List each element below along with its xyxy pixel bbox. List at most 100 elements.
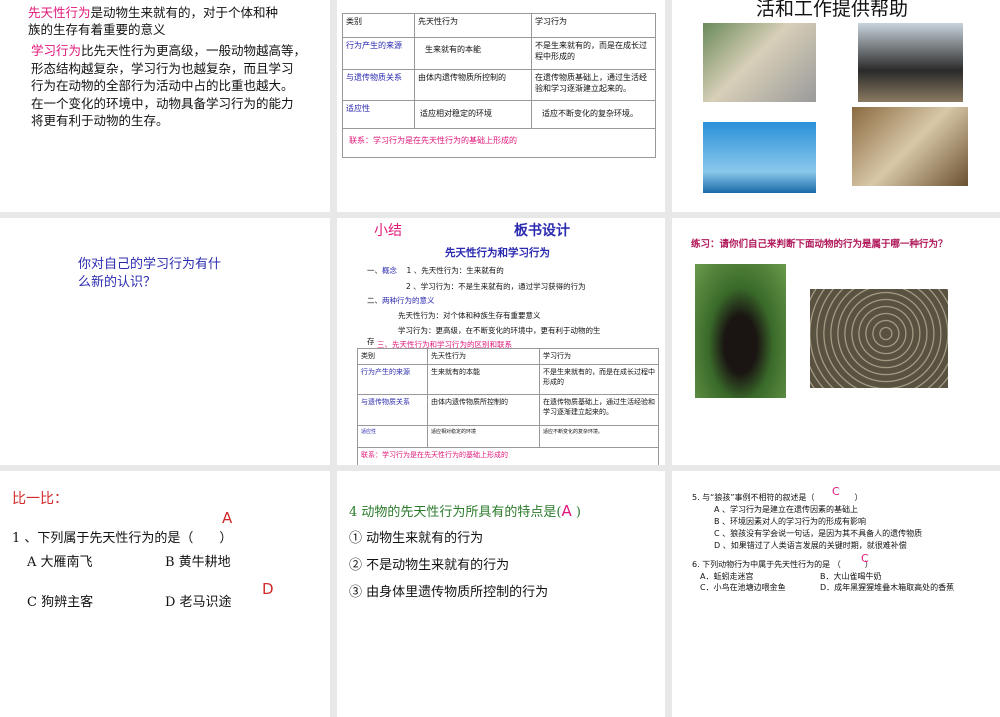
comparison-table: 类别 先天性行为 学习行为 行为产生的来源 生来就有的本能 不是生来就有的，而是在成长过… (342, 13, 656, 158)
header-cell: 学习行为 (539, 347, 659, 366)
text: 形态结构越复杂，学习行为也越复杂，而且学习 (31, 60, 294, 76)
text: 在一个变化的环境中，动物具备学习行为的能力 (31, 95, 294, 111)
text: 4 动物的先天性行为所具有的特点是( (349, 505, 562, 520)
text: 比先天性行为更高级，一般动物越高等， (81, 43, 307, 58)
text: 你对自己的学习行为有什 (78, 257, 222, 272)
slide-thumbnail-7[interactable]: 比一比： A 1 、下列属于先天性行为的是（ ） A 大雁南飞 B 黄牛耕地 C… (0, 471, 330, 717)
option: B 、环境因素对人的学习行为的形成有影响 (714, 517, 867, 526)
slide-thumbnail-4[interactable]: 你对自己的学习行为有什 么新的认识？ (0, 218, 330, 465)
option-d: D 老马识途 (165, 595, 232, 610)
slide-thumbnail-1[interactable]: 先天性行为是动物生来就有的，对于个体和种族的生存有着重要的意义 学习行为比先天性… (0, 0, 330, 212)
compare-heading: 比一比： (12, 491, 68, 507)
handwritten-answer: A (561, 502, 572, 520)
text: 是动物生来就有的，对于个体和种 (90, 5, 279, 20)
outline-line: 先天性行为：对个体和种族生存有重要意义 (398, 311, 541, 320)
text: 将更有利于动物的生存。 (31, 113, 169, 128)
text: 一、 (367, 266, 382, 275)
slide-thumbnail-3[interactable]: 活和工作提供帮助 (672, 0, 1000, 212)
text: 二、 (367, 296, 382, 305)
option: D．成年黑猩猩堆叠木箱取高处的香蕉 (820, 583, 955, 592)
statement-item: ③ 由身体里遗传物质所控制的行为 (349, 585, 549, 600)
row-label: 与遗传物质关系 (357, 394, 428, 427)
slide-thumbnail-2[interactable]: 类别 先天性行为 学习行为 行为产生的来源 生来就有的本能 不是生来就有的，而是在成长过… (337, 0, 665, 212)
option: A 、学习行为是建立在遗传因素的基础上 (714, 505, 859, 514)
innate-definition: 先天性行为是动物生来就有的，对于个体和种族的生存有着重要的意义 (28, 4, 278, 38)
option-a: A 大雁南飞 (27, 555, 93, 570)
handwritten-answer: C (861, 552, 869, 565)
row-label: 行为产生的来源 (342, 37, 415, 70)
header-cell: 先天性行为 (414, 13, 532, 38)
header-cell: 类别 (342, 13, 415, 38)
outline-line: 存 (367, 337, 375, 346)
question-1: 1 、下列属于先天性行为的是（ ） (12, 531, 233, 546)
board-heading: 板书设计 (514, 223, 570, 239)
cell: 由体内遗传物质所控制的 (414, 69, 532, 101)
relation-footer: 联系：学习行为是在先天性行为的基础上形成的 (342, 128, 656, 158)
slide-thumbnail-5[interactable]: 小结 板书设计 先天性行为和学习行为 一、概念 1 、先天性行为：生来就有的 2… (337, 218, 665, 465)
option-b: B 黄牛耕地 (165, 555, 231, 570)
learning-definition: 学习行为比先天性行为更高级，一般动物越高等， 形态结构越复杂，学习行为也越复杂，而… (31, 42, 306, 130)
handwritten-answer: C (832, 485, 840, 498)
text: 1 、先天性行为：生来就有的 (406, 266, 504, 275)
bird-image (852, 107, 968, 186)
header-cell: 先天性行为 (427, 347, 540, 366)
police-dog-image (858, 23, 963, 102)
guide-dog-image (703, 23, 816, 102)
header-cell: 学习行为 (531, 13, 656, 38)
chimpanzee-image (695, 264, 786, 398)
header-cell: 类别 (357, 347, 428, 366)
reflection-question: 你对自己的学习行为有什 么新的认识？ (78, 256, 221, 292)
statement-item: ② 不是动物生来就有的行为 (349, 558, 510, 573)
cell: 适应相对稳定的环境 (414, 100, 532, 129)
question-5-options: A 、学习行为是建立在遗传因素的基础上 B 、环境因素对人的学习行为的形成有影响 C… (714, 504, 922, 552)
cell: 生来就有的本能 (427, 364, 540, 396)
comparison-table-small: 类别 先天性行为 学习行为 行为产生的来源 生来就有的本能 不是生来就有的，而是在成长过… (357, 347, 659, 465)
option: C．小鸟在池塘边喂金鱼 (700, 583, 786, 592)
option: D 、如果错过了人类语言发展的关键时期，就很难补偿 (714, 541, 907, 550)
text: 两种行为的意义 (382, 296, 435, 305)
cell: 由体内遗传物质所控制的 (427, 394, 540, 427)
statement-item: ① 动物生来就有的行为 (349, 531, 484, 546)
row-label: 适应性 (342, 100, 415, 129)
cell: 适应不断变化的复杂环境。 (539, 425, 659, 449)
outline-line: 学习行为：更高级，在不断变化的环境中，更有利于动物的生 (398, 326, 601, 335)
term-learning: 学习行为 (31, 43, 82, 58)
question-4: 4 动物的先天性行为所具有的特点是(A ) (349, 501, 581, 520)
relation-footer: 联系：学习行为是在先天性行为的基础上形成的 (357, 447, 659, 465)
summary-heading: 小结 (374, 223, 402, 239)
handwritten-answer: A (222, 509, 233, 527)
slide-title: 活和工作提供帮助 (756, 0, 909, 20)
text: 族的生存有着重要的意义 (28, 22, 166, 37)
option: C 、狼孩没有学会说一句话，是因为其不具备人的遗传物质 (714, 529, 923, 538)
dolphins-image (703, 122, 816, 193)
cell: 在遗传物质基础上，通过生活经验和学习逐渐建立起来的。 (539, 394, 659, 427)
text: ) (571, 505, 581, 520)
term-innate: 先天性行为 (28, 5, 91, 20)
slide-thumbnail-6[interactable]: 练习：请你们自己来判断下面动物的行为是属于哪一种行为？ (672, 218, 1000, 465)
cell: 适应不断变化的复杂环境。 (531, 100, 656, 129)
row-label: 与遗传物质关系 (342, 69, 415, 101)
text: 概念 (382, 266, 397, 275)
cell: 在遗传物质基础上，通过生活经验和学习逐渐建立起来的。 (531, 69, 656, 101)
exercise-title: 练习：请你们自己来判断下面动物的行为是属于哪一种行为？ (691, 239, 948, 250)
text: 么新的认识？ (78, 275, 157, 290)
spider-web-image (810, 289, 948, 388)
outline-line: 2 、学习行为：不是生来就有的，通过学习获得的行为 (406, 282, 586, 291)
handwritten-answer: D (262, 580, 274, 598)
cell: 不是生来就有的，而是在成长过程中形成的 (539, 364, 659, 396)
slide-thumbnail-9[interactable]: 5. 与“狼孩”事例不相符的叙述是（ ） C A 、学习行为是建立在遗传因素的基… (672, 471, 1000, 717)
slide-thumbnail-8[interactable]: 4 动物的先天性行为所具有的特点是(A ) ① 动物生来就有的行为 ② 不是动物… (337, 471, 665, 717)
option: B．大山雀喝牛奶 (820, 572, 882, 581)
outline-line: 一、概念 1 、先天性行为：生来就有的 (367, 265, 504, 276)
row-label: 行为产生的来源 (357, 364, 428, 396)
cell: 适应相对稳定的环境 (427, 425, 540, 449)
cell: 不是生来就有的，而是在成长过程中形成的 (531, 37, 656, 70)
outline-title: 先天性行为和学习行为 (445, 247, 550, 259)
cell: 生来就有的本能 (414, 37, 532, 70)
text: 行为在动物的全部行为活动中占的比重也越大。 (31, 78, 294, 93)
outline-line: 二、两种行为的意义 (367, 295, 435, 306)
question-6: 6. 下列动物行为中属于先天性行为的是 （ ） (692, 560, 873, 569)
row-label: 适应性 (357, 425, 428, 449)
option: A．蚯蚓走迷宫 (700, 572, 754, 581)
option-c: C 狗辨主客 (27, 595, 94, 610)
